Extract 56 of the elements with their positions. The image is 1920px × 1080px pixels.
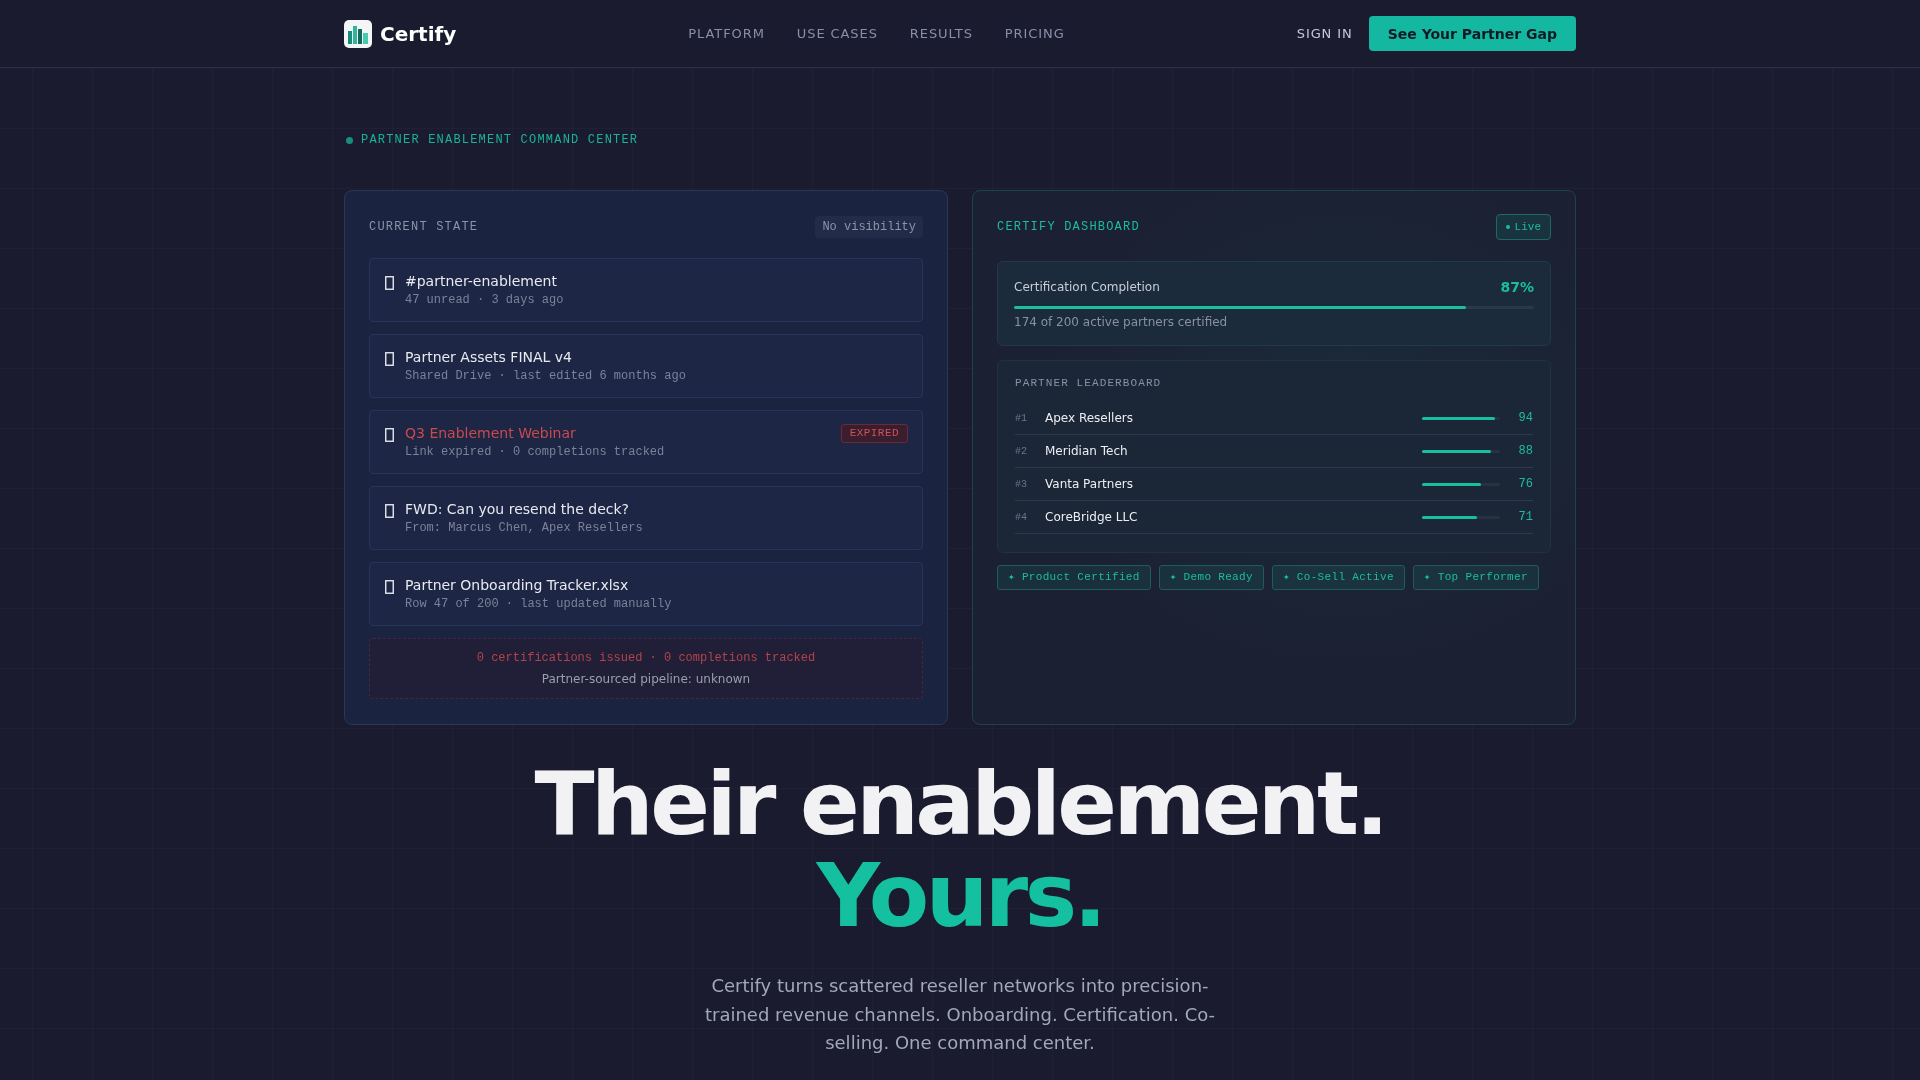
cta-button[interactable]: See Your Partner Gap bbox=[1368, 16, 1576, 51]
headline-text: Their enablement. bbox=[533, 758, 1387, 850]
box-glyph-icon bbox=[385, 276, 394, 290]
item-meta: From: Marcus Chen, Apex Resellers bbox=[405, 520, 644, 537]
completion-percent: 87% bbox=[1500, 279, 1534, 295]
item-meta: 47 unread · 3 days ago bbox=[405, 292, 565, 309]
item-meta: Row 47 of 200 · last updated manually bbox=[405, 596, 673, 613]
score-value: 88 bbox=[1517, 444, 1533, 458]
nav-link[interactable]: RESULTS bbox=[909, 26, 973, 41]
dot-icon bbox=[346, 136, 353, 144]
box-glyph-icon bbox=[385, 580, 394, 594]
item-title: Q3 Enablement Webinar bbox=[405, 424, 576, 443]
partner-name: CoreBridge LLC bbox=[1045, 510, 1139, 524]
status-badge: No visibility bbox=[815, 216, 923, 238]
box-glyph-icon bbox=[385, 504, 394, 518]
rank-label: #3 bbox=[1015, 478, 1028, 490]
item-meta: Link expired · 0 completions tracked bbox=[405, 444, 666, 461]
rank-label: #4 bbox=[1015, 511, 1028, 523]
certification-tag: ✦ Top Performer bbox=[1412, 565, 1539, 590]
leaderboard-title: PARTNER LEADERBOARD bbox=[1015, 376, 1163, 391]
box-glyph-icon bbox=[385, 352, 394, 366]
nav-link[interactable]: USE CASES bbox=[796, 26, 878, 41]
sign-in-link[interactable]: SIGN IN bbox=[1296, 26, 1353, 41]
summary-pipeline: Partner-sourced pipeline: unknown bbox=[540, 671, 752, 688]
status-dot-icon bbox=[1505, 225, 1510, 229]
nav-link[interactable]: PLATFORM bbox=[688, 26, 765, 41]
brand-logo-link[interactable]: Certify bbox=[344, 19, 457, 48]
certification-tag: ✦ Demo Ready bbox=[1158, 565, 1264, 590]
headline-accent: Yours. bbox=[815, 850, 1105, 942]
rank-label: #1 bbox=[1015, 412, 1028, 424]
item-meta: Shared Drive · last edited 6 months ago bbox=[405, 368, 687, 385]
expired-badge: EXPIRED bbox=[840, 423, 908, 443]
item-title: Partner Assets FINAL v4 bbox=[405, 348, 572, 367]
item-title: Partner Onboarding Tracker.xlsx bbox=[405, 576, 629, 595]
completion-detail: 174 of 200 active partners certified bbox=[1014, 314, 1229, 331]
item-title: FWD: Can you resend the deck? bbox=[405, 500, 630, 519]
completion-label: Certification Completion bbox=[1014, 280, 1160, 294]
score-value: 94 bbox=[1517, 411, 1533, 425]
certification-tag: ✦ Product Certified bbox=[997, 565, 1151, 590]
hero-description: Certify turns scattered reseller networks into precision-trained revenue channels. Onboarding. Certification. Co-selling. One command center. bbox=[703, 974, 1217, 1055]
panel-title: CURRENT STATE bbox=[369, 220, 479, 234]
score-value: 71 bbox=[1517, 510, 1533, 524]
logo-icon bbox=[344, 19, 372, 48]
nav-link[interactable]: PRICING bbox=[1004, 26, 1065, 41]
item-title: #partner-enablement bbox=[405, 272, 557, 291]
box-glyph-icon bbox=[385, 428, 394, 442]
partner-name: Vanta Partners bbox=[1045, 477, 1134, 491]
certification-tag: ✦ Co-Sell Active bbox=[1271, 565, 1405, 590]
summary-stats: 0 certifications issued · 0 completions tracked bbox=[475, 650, 817, 667]
panel-title: CERTIFY DASHBOARD bbox=[997, 220, 1140, 234]
rank-label: #2 bbox=[1015, 445, 1028, 457]
partner-name: Meridian Tech bbox=[1045, 444, 1129, 458]
live-label: Live bbox=[1514, 221, 1541, 233]
partner-name: Apex Resellers bbox=[1045, 411, 1134, 425]
score-value: 76 bbox=[1517, 477, 1533, 491]
eyebrow-label: PARTNER ENABLEMENT COMMAND CENTER bbox=[361, 132, 639, 148]
